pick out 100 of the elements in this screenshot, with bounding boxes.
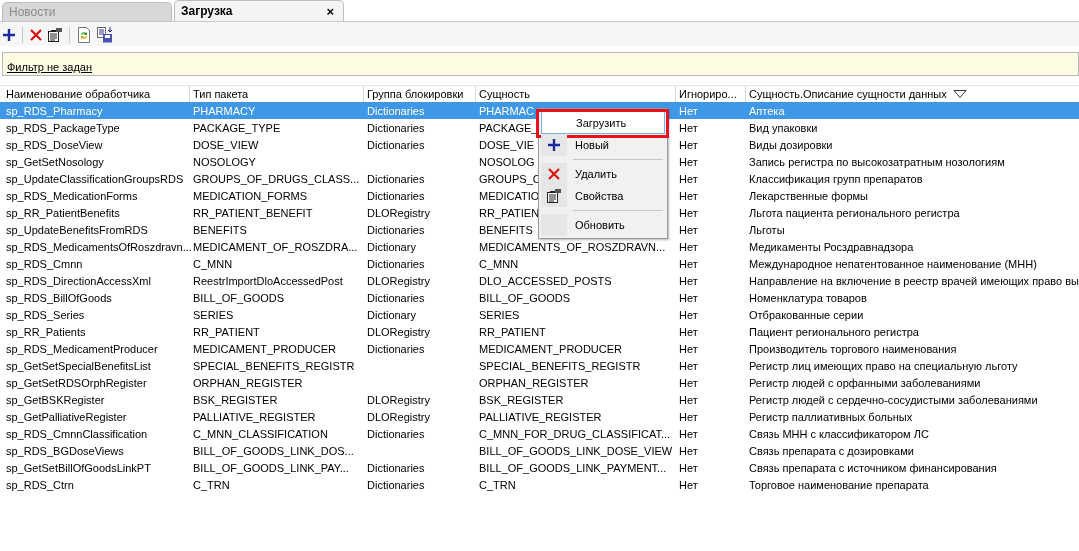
table-cell: MEDICATION_FORMS bbox=[193, 189, 308, 202]
table-cell: Нет bbox=[679, 376, 698, 389]
table-cell: Dictionaries bbox=[367, 461, 425, 474]
table-cell: Нет bbox=[679, 104, 698, 117]
table-cell: Пациент регионального регистра bbox=[749, 325, 919, 338]
table-cell: Нет bbox=[679, 189, 698, 202]
table-cell: Регистр лиц имеющих право на специальную льготу bbox=[749, 359, 1018, 372]
filter-link[interactable]: Фильтр не задан bbox=[7, 61, 93, 73]
table-cell: sp_RDS_BGDoseViews bbox=[6, 444, 124, 457]
table-cell: sp_GetSetSpecialBenefitsList bbox=[6, 359, 151, 372]
table-cell: GROUPS_OF_DRUGS_CLASS... bbox=[193, 172, 360, 185]
table-cell: DOSE_VIE bbox=[479, 138, 535, 151]
table-cell: NOSOLOG bbox=[479, 155, 535, 168]
table-cell: PACKAGE_ bbox=[479, 121, 538, 134]
table-cell: Нет bbox=[679, 410, 698, 423]
table-cell: sp_RDS_Pharmacy bbox=[6, 104, 103, 117]
table-cell: sp_RDS_PackageType bbox=[6, 121, 120, 134]
table-cell: SERIES bbox=[479, 308, 520, 321]
table-cell: DLORegistry bbox=[367, 325, 430, 338]
table-cell: GROUPS_C bbox=[479, 172, 541, 185]
table-cell: BSK_REGISTER bbox=[479, 393, 564, 406]
export-icon[interactable] bbox=[96, 27, 114, 43]
table-cell: Нет bbox=[679, 342, 698, 355]
table-cell: Производитель торгового наименования bbox=[749, 342, 957, 355]
table-cell: C_MNN bbox=[479, 257, 519, 270]
delete-icon bbox=[547, 167, 561, 181]
table-cell: Нет bbox=[679, 444, 698, 457]
table-cell: Dictionaries bbox=[367, 223, 425, 236]
table-cell: MEDICAMENT_OF_ROSZDRA... bbox=[193, 240, 358, 253]
table-cell: sp_GetSetBillOfGoodsLinkPT bbox=[6, 461, 151, 474]
column-header[interactable]: Группа блокировки bbox=[364, 86, 476, 102]
menu-item[interactable]: Новый bbox=[541, 134, 665, 156]
table-cell: SERIES bbox=[193, 308, 234, 321]
table-cell: BILL_OF_GOODS_LINK_DOS... bbox=[193, 444, 354, 457]
table-cell: Dictionaries bbox=[367, 121, 425, 134]
menu-item[interactable]: Удалить bbox=[541, 163, 665, 185]
table-cell: Нет bbox=[679, 257, 698, 270]
refresh-icon[interactable] bbox=[76, 27, 92, 43]
table-cell: Нет bbox=[679, 325, 698, 338]
table-cell: Вид упаковки bbox=[749, 121, 818, 134]
table-cell: MEDICAMENT_PRODUCER bbox=[479, 342, 622, 355]
table-cell: DLORegistry bbox=[367, 410, 430, 423]
table-cell: sp_RDS_DirectionAccessXml bbox=[6, 274, 151, 287]
table-cell: sp_RR_Patients bbox=[6, 325, 86, 338]
table-cell: MEDICAMENT_PRODUCER bbox=[193, 342, 336, 355]
table-cell: SPECIAL_BENEFITS_REGISTR bbox=[193, 359, 355, 372]
table-cell: Dictionaries bbox=[367, 342, 425, 355]
properties-icon[interactable] bbox=[47, 27, 63, 43]
delete-icon[interactable] bbox=[29, 28, 43, 42]
table-cell: SPECIAL_BENEFITS_REGISTR bbox=[479, 359, 641, 372]
table-cell: Льгота пациента регионального регистра bbox=[749, 206, 960, 219]
table-cell: Отбракованные серии bbox=[749, 308, 864, 321]
column-header[interactable]: Наименование обработчика bbox=[3, 86, 190, 102]
table-cell: sp_RDS_CmnnClassification bbox=[6, 427, 148, 440]
table-cell: DLORegistry bbox=[367, 206, 430, 219]
table-cell: DLORegistry bbox=[367, 274, 430, 287]
table-cell: NOSOLOGY bbox=[193, 155, 256, 168]
column-header[interactable]: Сущность bbox=[476, 86, 676, 102]
table-cell: BILL_OF_GOODS_LINK_PAYMENT... bbox=[479, 461, 667, 474]
menu-item[interactable]: Свойства bbox=[541, 185, 665, 207]
table-cell: PALLIATIVE_REGISTER bbox=[479, 410, 602, 423]
close-button[interactable]: × bbox=[323, 3, 337, 19]
table-cell: Связь препарата с дозировками bbox=[749, 444, 914, 457]
table-cell: Номенклатура товаров bbox=[749, 291, 867, 304]
table-cell: Нет bbox=[679, 223, 698, 236]
table-cell: Dictionaries bbox=[367, 478, 425, 491]
tab[interactable]: Загрузка × bbox=[174, 0, 344, 21]
table-cell: sp_UpdateClassificationGroupsRDS bbox=[6, 172, 184, 185]
table-cell: sp_RDS_MedicamentsOfRoszdravn... bbox=[6, 240, 192, 253]
table-cell: DLORegistry bbox=[367, 393, 430, 406]
column-header[interactable]: Игнориро... bbox=[676, 86, 746, 102]
table-cell: Нет bbox=[679, 393, 698, 406]
table-cell: RR_PATIENT_BENEFIT bbox=[193, 206, 313, 219]
table-cell: Dictionary bbox=[367, 240, 416, 253]
table-cell: Dictionaries bbox=[367, 138, 425, 151]
table-cell: MEDICAMENTS_OF_ROSZDRAVN... bbox=[479, 240, 666, 253]
table-cell: C_MNN_CLASSIFICATION bbox=[193, 427, 328, 440]
table-cell: BENEFITS bbox=[479, 223, 533, 236]
table-cell: Dictionaries bbox=[367, 257, 425, 270]
table-cell: Нет bbox=[679, 308, 698, 321]
table-cell: BSK_REGISTER bbox=[193, 393, 278, 406]
table-cell: Запись регистра по высокозатратным нозологиям bbox=[749, 155, 1005, 168]
table-cell: Международное непатентованное наименование (МНН) bbox=[749, 257, 1037, 270]
table-cell: ORPHAN_REGISTER bbox=[479, 376, 589, 389]
add-icon[interactable] bbox=[2, 28, 16, 42]
table-cell: sp_RDS_Series bbox=[6, 308, 85, 321]
table-cell: Dictionaries bbox=[367, 427, 425, 440]
table-cell: Торговое наименование препарата bbox=[749, 478, 929, 491]
table-cell: sp_RDS_BillOfGoods bbox=[6, 291, 112, 304]
table-cell: sp_GetPalliativeRegister bbox=[6, 410, 127, 423]
table-cell: Нет bbox=[679, 274, 698, 287]
table-cell: DLO_ACCESSED_POSTS bbox=[479, 274, 612, 287]
table-cell: Лекарственные формы bbox=[749, 189, 868, 202]
table-cell: BILL_OF_GOODS_LINK_PAY... bbox=[193, 461, 349, 474]
menu-item[interactable]: Обновить bbox=[541, 214, 665, 236]
table-cell: Dictionary bbox=[367, 308, 416, 321]
table-cell: PHARMACY bbox=[193, 104, 256, 117]
column-header[interactable]: Тип пакета bbox=[190, 86, 364, 102]
properties-icon bbox=[546, 188, 562, 204]
table-cell: Нет bbox=[679, 291, 698, 304]
